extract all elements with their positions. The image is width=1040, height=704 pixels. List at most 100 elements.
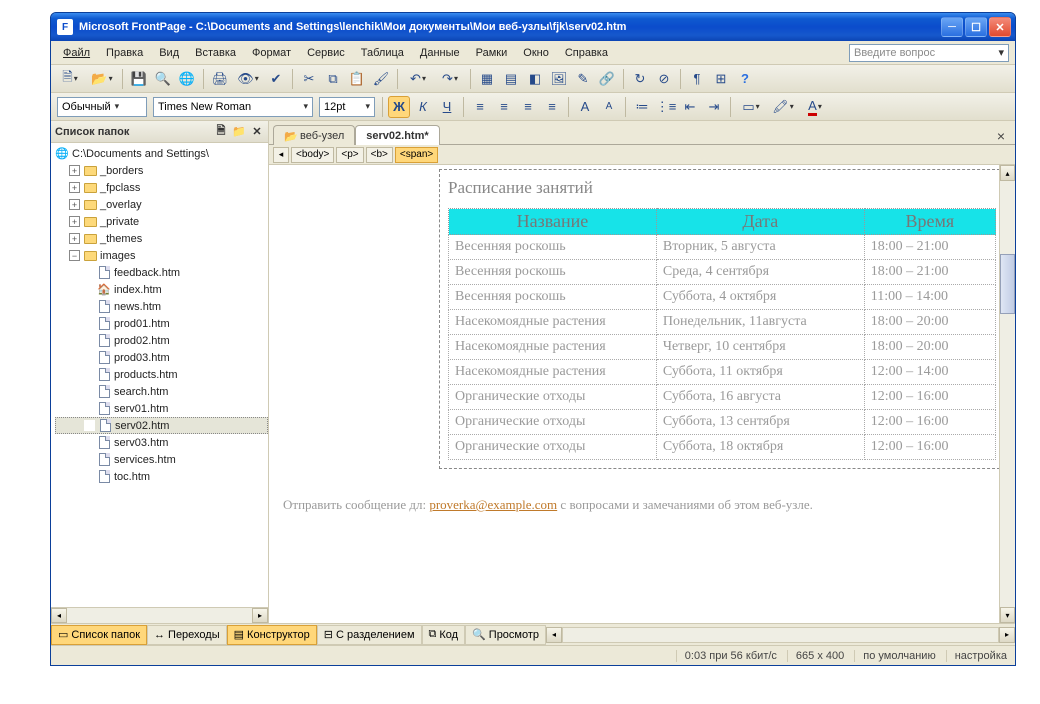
tab-website[interactable]: 📂 веб-узел [273, 125, 355, 145]
tree-file[interactable]: products.htm [55, 366, 268, 383]
publish-button[interactable]: 🌐 [176, 68, 198, 90]
cell-name[interactable]: Органические отходы [449, 435, 657, 460]
cell-time[interactable]: 12:00 – 14:00 [864, 360, 995, 385]
status-mode[interactable]: по умолчанию [854, 650, 935, 662]
increase-indent-button[interactable]: ⇥ [703, 96, 725, 118]
menu-insert[interactable]: Вставка [189, 45, 242, 61]
web-component-button[interactable]: ▦ [476, 68, 498, 90]
cell-date[interactable]: Суббота, 18 октября [656, 435, 864, 460]
redo-button[interactable]: ↷▾ [435, 68, 465, 90]
show-all-button[interactable]: ¶ [686, 68, 708, 90]
view-design[interactable]: ▤Конструктор [227, 625, 317, 645]
table-button[interactable]: ▤ [500, 68, 522, 90]
drawing-button[interactable]: ✎ [572, 68, 594, 90]
folder-tree[interactable]: 🌐 C:\Documents and Settings\ +_borders+_… [51, 143, 268, 607]
scroll-up-button[interactable]: ▴ [1000, 165, 1015, 181]
cell-name[interactable]: Весенняя роскошь [449, 260, 657, 285]
stop-button[interactable]: ⊘ [653, 68, 675, 90]
cell-date[interactable]: Суббота, 16 августа [656, 385, 864, 410]
cell-date[interactable]: Понедельник, 11августа [656, 310, 864, 335]
new-button[interactable]: 🗎▾ [55, 68, 85, 90]
scroll-thumb[interactable] [1000, 254, 1015, 314]
borders-button[interactable]: ▭▾ [736, 96, 766, 118]
menu-window[interactable]: Окно [517, 45, 555, 61]
expand-icon[interactable]: + [69, 165, 80, 176]
tree-folder[interactable]: −images [55, 247, 268, 264]
align-center-button[interactable]: ≡ [493, 96, 515, 118]
cell-time[interactable]: 18:00 – 21:00 [864, 235, 995, 260]
decrease-indent-button[interactable]: ⇤ [679, 96, 701, 118]
cell-date[interactable]: Среда, 4 сентября [656, 260, 864, 285]
table-row[interactable]: Насекомоядные растенияЧетверг, 10 сентяб… [449, 335, 996, 360]
refresh-button[interactable]: ↻ [629, 68, 651, 90]
search-button[interactable]: 🔍 [152, 68, 174, 90]
view-code[interactable]: ⧉Код [422, 625, 466, 645]
italic-button[interactable]: К [412, 96, 434, 118]
maximize-button[interactable]: ☐ [965, 17, 987, 37]
cell-name[interactable]: Насекомоядные растения [449, 360, 657, 385]
table-row[interactable]: Насекомоядные растенияСуббота, 11 октябр… [449, 360, 996, 385]
cell-date[interactable]: Суббота, 4 октября [656, 285, 864, 310]
table-row[interactable]: Весенняя роскошьСуббота, 4 октября11:00 … [449, 285, 996, 310]
tree-file[interactable]: 🏠index.htm [55, 281, 268, 298]
cell-name[interactable]: Органические отходы [449, 410, 657, 435]
open-button[interactable]: 📂▾ [87, 68, 117, 90]
cell-time[interactable]: 18:00 – 20:00 [864, 335, 995, 360]
new-page-icon[interactable]: 🗎 [214, 125, 228, 139]
new-folder-icon[interactable]: 📁 [232, 125, 246, 139]
font-color-button[interactable]: A▾ [800, 96, 830, 118]
view-preview[interactable]: 🔍Просмотр [465, 625, 546, 645]
crumb-p[interactable]: <p> [336, 147, 363, 163]
table-row[interactable]: Органические отходыСуббота, 18 октября12… [449, 435, 996, 460]
tree-file[interactable]: serv02.htm [55, 417, 268, 434]
minimize-button[interactable]: ─ [941, 17, 963, 37]
hscroll-left-button[interactable]: ◂ [546, 627, 562, 643]
cell-date[interactable]: Вторник, 5 августа [656, 235, 864, 260]
status-settings[interactable]: настройка [946, 650, 1007, 662]
increase-font-button[interactable]: A [574, 96, 596, 118]
tree-file[interactable]: prod01.htm [55, 315, 268, 332]
table-row[interactable]: Насекомоядные растенияПонедельник, 11авг… [449, 310, 996, 335]
expand-icon[interactable]: + [69, 182, 80, 193]
cell-time[interactable]: 12:00 – 16:00 [864, 385, 995, 410]
tab-document[interactable]: serv02.htm* [355, 125, 439, 145]
menu-format[interactable]: Формат [246, 45, 297, 61]
cell-date[interactable]: Суббота, 11 октября [656, 360, 864, 385]
undo-button[interactable]: ↶▾ [403, 68, 433, 90]
cell-date[interactable]: Четверг, 10 сентября [656, 335, 864, 360]
cell-time[interactable]: 12:00 – 16:00 [864, 410, 995, 435]
editor-hscroll[interactable]: ◂ ▸ [546, 627, 1015, 643]
tree-file[interactable]: services.htm [55, 451, 268, 468]
cell-name[interactable]: Весенняя роскошь [449, 285, 657, 310]
cell-time[interactable]: 18:00 – 20:00 [864, 310, 995, 335]
tree-file[interactable]: prod03.htm [55, 349, 268, 366]
crumb-body[interactable]: <body> [291, 147, 334, 163]
menu-view[interactable]: Вид [153, 45, 185, 61]
align-justify-button[interactable]: ≡ [541, 96, 563, 118]
close-button[interactable]: ✕ [989, 17, 1011, 37]
numbered-list-button[interactable]: ≔ [631, 96, 653, 118]
menu-data[interactable]: Данные [414, 45, 466, 61]
expand-icon[interactable]: + [69, 199, 80, 210]
tree-root[interactable]: 🌐 C:\Documents and Settings\ [55, 145, 268, 162]
tree-file[interactable]: toc.htm [55, 468, 268, 485]
font-combo[interactable]: Times New Roman▾ [153, 97, 313, 117]
table-row[interactable]: Органические отходыСуббота, 16 августа12… [449, 385, 996, 410]
bulleted-list-button[interactable]: ⋮≡ [655, 96, 677, 118]
tree-file[interactable]: feedback.htm [55, 264, 268, 281]
expand-icon[interactable]: + [69, 233, 80, 244]
picture-button[interactable]: 🖼 [548, 68, 570, 90]
underline-button[interactable]: Ч [436, 96, 458, 118]
tree-file[interactable]: serv03.htm [55, 434, 268, 451]
cell-name[interactable]: Органические отходы [449, 385, 657, 410]
close-panel-button[interactable]: ✕ [250, 125, 264, 139]
cell-time[interactable]: 18:00 – 21:00 [864, 260, 995, 285]
print-button[interactable]: 🖨 [209, 68, 231, 90]
tree-file[interactable]: serv01.htm [55, 400, 268, 417]
tree-folder[interactable]: +_overlay [55, 196, 268, 213]
show-layout-button[interactable]: ⊞ [710, 68, 732, 90]
tree-folder[interactable]: +_themes [55, 230, 268, 247]
tree-file[interactable]: prod02.htm [55, 332, 268, 349]
layer-button[interactable]: ◧ [524, 68, 546, 90]
menu-help[interactable]: Справка [559, 45, 614, 61]
